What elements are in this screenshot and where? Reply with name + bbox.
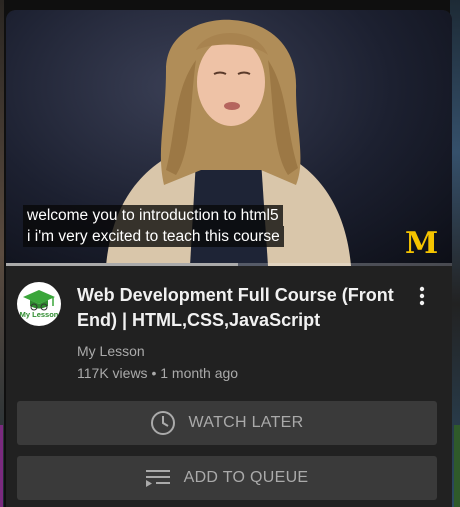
background-thumbnail-left-lower	[0, 425, 3, 507]
queue-icon	[145, 468, 172, 488]
watch-later-label: WATCH LATER	[188, 414, 304, 431]
more-vert-icon	[419, 286, 425, 306]
caption-line-1: welcome you to introduction to html5	[23, 205, 283, 226]
preview-progress-bar	[6, 263, 452, 266]
more-options-button[interactable]	[410, 282, 434, 310]
clock-icon	[150, 410, 176, 436]
caption-line-2: i i'm very excited to teach this course	[23, 226, 284, 247]
add-to-queue-button[interactable]: ADD TO QUEUE	[17, 456, 437, 500]
view-count: 117K views	[77, 365, 148, 381]
closed-captions: welcome you to introduction to html5 i i…	[23, 205, 284, 247]
background-thumbnail-right-lower	[454, 425, 460, 507]
video-hover-card[interactable]: welcome you to introduction to html5 i i…	[6, 10, 452, 507]
channel-avatar[interactable]: My Lesson	[17, 282, 61, 326]
video-preview[interactable]: welcome you to introduction to html5 i i…	[6, 10, 452, 266]
upload-age: 1 month ago	[160, 365, 239, 381]
avatar-label: My Lesson	[19, 310, 59, 319]
watch-later-button[interactable]: WATCH LATER	[17, 401, 437, 445]
preview-progress-fill	[6, 263, 238, 266]
meta-separator: •	[151, 365, 157, 381]
video-title[interactable]: Web Development Full Course (Front End) …	[77, 283, 407, 333]
graduation-cap-icon	[23, 290, 55, 311]
block-m-logo: M	[405, 226, 438, 261]
channel-name[interactable]: My Lesson	[77, 343, 145, 359]
video-metadata: 117K views • 1 month ago	[77, 365, 238, 381]
add-to-queue-label: ADD TO QUEUE	[183, 469, 309, 486]
